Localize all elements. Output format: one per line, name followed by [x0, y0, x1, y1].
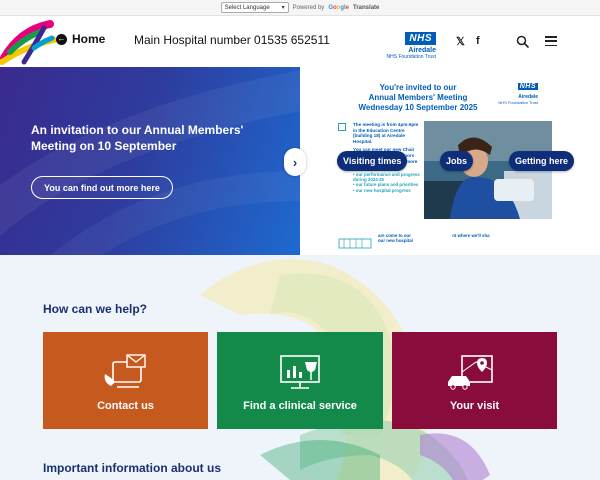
google-translate-bar: Select Language ▾ Powered by Google Tran… — [0, 0, 600, 16]
find-out-more-button[interactable]: You can find out more here — [31, 176, 173, 199]
poster-welcome-text3: our new hospital — [378, 238, 413, 243]
poster-topic-item: our future plans and priorities — [353, 182, 421, 187]
contact-icon — [104, 354, 146, 388]
poster-invite-line2: Annual Members' Meeting — [368, 93, 468, 102]
home-link[interactable]: ← Home — [56, 32, 105, 46]
facebook-icon[interactable]: f — [476, 35, 480, 47]
visiting-times-button[interactable]: Visiting times — [337, 151, 408, 171]
find-clinical-service-card[interactable]: Find a clinical service — [217, 332, 383, 429]
nhs-org-name: Airedale — [408, 47, 436, 54]
search-icon[interactable] — [516, 35, 529, 48]
calendar-icon — [338, 123, 346, 131]
help-heading: How can we help? — [43, 302, 148, 316]
google-logo: Google — [328, 4, 350, 11]
nhs-badge: NHS — [405, 32, 436, 45]
powered-by-label: Powered by — [292, 4, 325, 11]
language-select-label: Select Language — [224, 4, 270, 11]
poster-nhs-badge: NHS — [517, 83, 538, 90]
getting-here-button[interactable]: Getting here — [509, 151, 575, 171]
find-clinical-service-label: Find a clinical service — [243, 400, 357, 412]
hero-banner: An invitation to our Annual Members' Mee… — [0, 67, 300, 255]
poster-welcome-text2: nt where we'll sha — [452, 233, 490, 238]
hero-background-decoration — [0, 70, 300, 255]
poster-invite-line1: You're invited to our — [379, 83, 457, 92]
poster-topic-item: our performance and progress during 2024… — [353, 172, 421, 182]
your-visit-label: Your visit — [449, 400, 500, 412]
language-select[interactable]: Select Language ▾ — [220, 2, 289, 13]
clinical-service-icon — [280, 355, 320, 389]
poster-nhs-logo: NHS Airedale NHS Foundation Trust — [498, 75, 538, 105]
nhs-trust-logo[interactable]: NHS Airedale NHS Foundation Trust — [378, 28, 436, 60]
your-visit-card[interactable]: Your visit — [392, 332, 557, 429]
hospital-building-icon — [338, 238, 372, 249]
poster-topic-item: our new hospital progress — [353, 188, 421, 193]
translate-link[interactable]: Translate — [353, 5, 379, 11]
site-header: ← Home Main Hospital number 01535 652511… — [0, 16, 600, 67]
poster-invite-line3: Wednesday 10 September 2025 — [358, 103, 478, 112]
contact-us-label: Contact us — [97, 400, 154, 412]
chevron-down-icon: ▾ — [281, 5, 285, 11]
x-social-icon[interactable]: 𝕏 — [456, 35, 465, 48]
important-info-heading: Important information about us — [43, 461, 221, 475]
hamburger-menu-icon[interactable] — [545, 36, 557, 46]
poster-details-text: The meeting is from 4pm-6pm in the Educa… — [353, 122, 419, 144]
poster-welcome-text: are come to our nt where we'll sha our n… — [378, 233, 518, 243]
poster-invite-heading: You're invited to our Annual Members' Me… — [354, 83, 482, 113]
chevron-right-icon: › — [292, 154, 298, 170]
main-phone-number: Main Hospital number 01535 652511 — [134, 33, 330, 47]
trust-logo-icon[interactable] — [0, 18, 58, 66]
nhs-trust-name: NHS Foundation Trust — [386, 54, 436, 60]
poster-topic-list: our performance and progress during 2024… — [353, 172, 421, 193]
poster-nhs-trust: NHS Foundation Trust — [498, 100, 538, 105]
contact-us-card[interactable]: Contact us — [43, 332, 208, 429]
home-label: Home — [72, 32, 106, 46]
help-section: How can we help? Contact us Find a clini… — [0, 255, 600, 480]
visit-icon — [447, 355, 493, 390]
arrow-left-icon: ← — [56, 33, 67, 45]
jobs-button[interactable]: Jobs — [440, 151, 474, 171]
slider-next-button[interactable]: › — [284, 148, 306, 176]
hero-title: An invitation to our Annual Members' Mee… — [31, 123, 244, 153]
